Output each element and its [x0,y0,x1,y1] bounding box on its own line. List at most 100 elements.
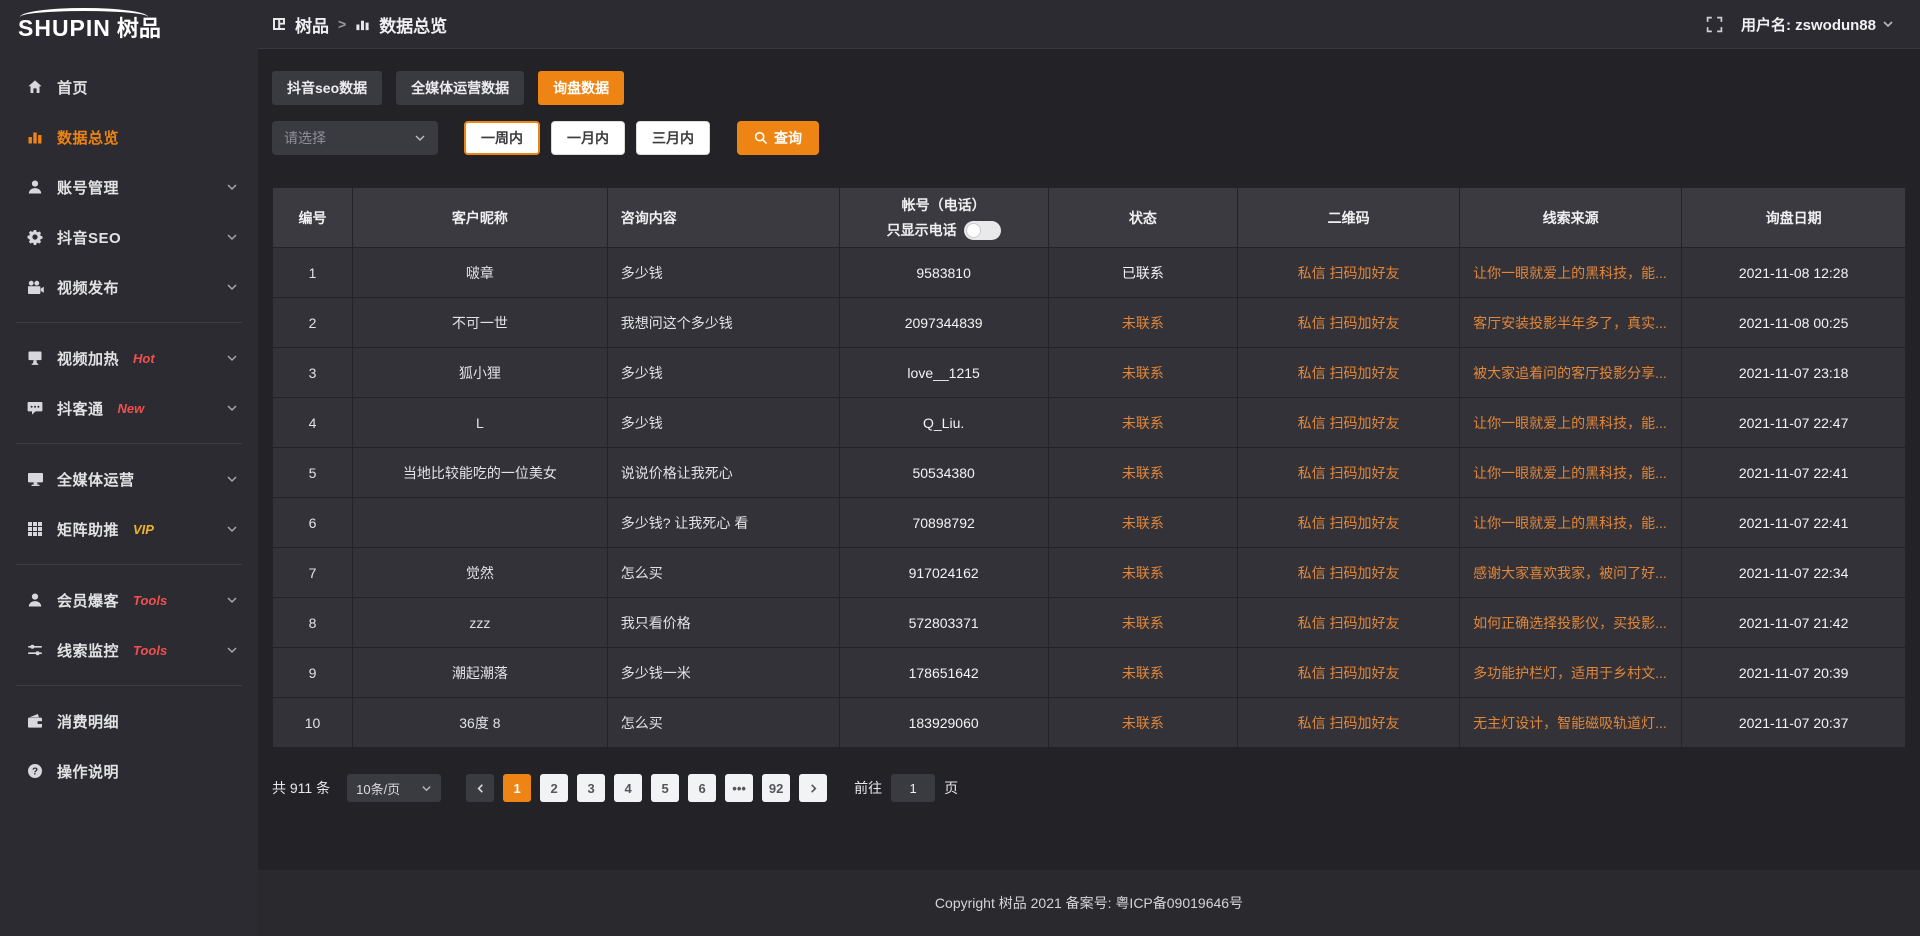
cell-qr-actions[interactable]: 私信 扫码加好友 [1238,398,1460,448]
chevron-down-icon [226,644,238,656]
dashboard-icon [272,17,286,31]
sidebar-item-doukeitong[interactable]: 抖客通 New [0,383,258,433]
page-button-6[interactable]: 6 [688,774,716,802]
cell-source-link[interactable]: 如何正确选择投影仪，买投影... [1460,598,1682,648]
goto-page-input[interactable]: 1 [891,774,935,802]
cell-account: Q_Liu. [839,398,1048,448]
pagination-more-button[interactable]: ••• [725,774,753,802]
cell-source-link[interactable]: 多功能护栏灯，适用于乡村文... [1460,648,1682,698]
sidebar-item-lead-monitoring[interactable]: 线索监控 Tools [0,625,258,675]
sidebar-item-label: 首页 [57,77,88,98]
breadcrumb-root[interactable]: 树品 [295,12,329,37]
cell-account: 2097344839 [839,298,1048,348]
cell-qr-actions[interactable]: 私信 扫码加好友 [1238,448,1460,498]
cell-qr-actions[interactable]: 私信 扫码加好友 [1238,348,1460,398]
cell-source-link[interactable]: 被大家追着问的客厅投影分享... [1460,348,1682,398]
top-header: SHUPIN 树品 树品 > 数据总览 用户名: zswodun88 [0,0,1920,48]
range-week-button[interactable]: 一周内 [464,121,540,155]
sidebar-divider [16,443,242,444]
next-page-button[interactable] [799,774,827,802]
table-row: 1 啵章 多少钱 9583810 已联系 私信 扫码加好友 让你一眼就爱上的黑科… [273,248,1906,298]
cell-account: 70898792 [839,498,1048,548]
sidebar-item-label: 账号管理 [57,177,119,198]
cell-source-link[interactable]: 无主灯设计，智能磁吸轨道灯... [1460,698,1682,748]
cell-qr-actions[interactable]: 私信 扫码加好友 [1238,548,1460,598]
cell-qr-actions[interactable]: 私信 扫码加好友 [1238,698,1460,748]
sidebar-item-video-publish[interactable]: 视频发布 [0,262,258,312]
monitor-icon [26,471,44,487]
sidebar-item-label: 视频发布 [57,277,119,298]
page-button-5[interactable]: 5 [651,774,679,802]
page-size-select[interactable]: 10条/页 [347,774,441,802]
cell-qr-actions[interactable]: 私信 扫码加好友 [1238,248,1460,298]
app-root: SHUPIN 树品 树品 > 数据总览 用户名: zswodun88 [0,0,1920,936]
phone-only-toggle[interactable] [964,221,1001,240]
sidebar-item-label: 抖音SEO [57,227,121,248]
search-button[interactable]: 查询 [737,121,819,155]
user-menu[interactable]: 用户名: zswodun88 [1741,14,1894,35]
sidebar-item-member-leads[interactable]: 会员爆客 Tools [0,575,258,625]
tab-omni-media-data[interactable]: 全媒体运营数据 [396,71,524,105]
cell-id: 1 [273,248,353,298]
fullscreen-icon[interactable] [1706,16,1723,33]
tab-inquiry-data[interactable]: 询盘数据 [538,71,624,105]
prev-page-button[interactable] [466,774,494,802]
table-row: 9 潮起潮落 多少钱一米 178651642 未联系 私信 扫码加好友 多功能护… [273,648,1906,698]
bar-chart-icon [355,17,370,32]
sidebar-item-label: 全媒体运营 [57,469,135,490]
cell-qr-actions[interactable]: 私信 扫码加好友 [1238,648,1460,698]
cell-source-link[interactable]: 让你一眼就爱上的黑科技，能... [1460,448,1682,498]
range-quarter-button[interactable]: 三月内 [636,121,710,155]
sidebar-item-account-management[interactable]: 账号管理 [0,162,258,212]
cell-source-link[interactable]: 让你一眼就爱上的黑科技，能... [1460,248,1682,298]
sidebar-item-label: 会员爆客 [57,590,119,611]
table-row: 4 L 多少钱 Q_Liu. 未联系 私信 扫码加好友 让你一眼就爱上的黑科技，… [273,398,1906,448]
copyright-text: Copyright 树品 2021 备案号: 粤ICP备09019646号 [935,893,1243,913]
page-button-92[interactable]: 92 [762,774,790,802]
breadcrumb: 树品 > 数据总览 [272,12,447,37]
cell-account: 50534380 [839,448,1048,498]
sidebar: 首页 数据总览 账号管理 抖音SEO 视频发布 [0,48,258,936]
cell-qr-actions[interactable]: 私信 扫码加好友 [1238,598,1460,648]
cell-qr-actions[interactable]: 私信 扫码加好友 [1238,298,1460,348]
sidebar-item-consumption-detail[interactable]: 消费明细 [0,696,258,746]
data-tabs: 抖音seo数据 全媒体运营数据 询盘数据 [272,71,1906,105]
gear-icon [26,229,44,245]
col-header-status: 状态 [1048,188,1237,248]
sidebar-item-data-overview[interactable]: 数据总览 [0,112,258,162]
cell-nickname: 不可一世 [353,298,608,348]
filter-bar: 请选择 一周内 一月内 三月内 查询 [272,121,1906,155]
page-button-3[interactable]: 3 [577,774,605,802]
cell-source-link[interactable]: 客厅安装投影半年多了，真实... [1460,298,1682,348]
sidebar-divider [16,564,242,565]
logo-stack: SHUPIN 树品 [18,8,161,40]
cell-content: 怎么买 [607,698,839,748]
cell-source-link[interactable]: 感谢大家喜欢我家，被问了好... [1460,548,1682,598]
cell-nickname: 潮起潮落 [353,648,608,698]
page-button-1[interactable]: 1 [503,774,531,802]
sidebar-item-video-heating[interactable]: 视频加热 Hot [0,333,258,383]
logo[interactable]: SHUPIN 树品 [0,8,258,40]
sidebar-item-label: 矩阵助推 [57,519,119,540]
range-month-button[interactable]: 一月内 [551,121,625,155]
sliders-icon [26,642,44,658]
cell-source-link[interactable]: 让你一眼就爱上的黑科技，能... [1460,498,1682,548]
cell-source-link[interactable]: 让你一眼就爱上的黑科技，能... [1460,398,1682,448]
account-select[interactable]: 请选择 [272,121,438,155]
cell-status: 未联系 [1048,698,1237,748]
cell-content: 我想问这个多少钱 [607,298,839,348]
main-content: 抖音seo数据 全媒体运营数据 询盘数据 请选择 一周内 一月内 三月内 查询 [258,48,1920,936]
chevron-down-icon [226,594,238,606]
cell-nickname: 觉然 [353,548,608,598]
sidebar-item-douyin-seo[interactable]: 抖音SEO [0,212,258,262]
cell-content: 多少钱 [607,248,839,298]
sidebar-item-home[interactable]: 首页 [0,62,258,112]
sidebar-item-omni-media[interactable]: 全媒体运营 [0,454,258,504]
sidebar-item-instructions[interactable]: ? 操作说明 [0,746,258,796]
tab-douyin-seo-data[interactable]: 抖音seo数据 [272,71,382,105]
cell-qr-actions[interactable]: 私信 扫码加好友 [1238,498,1460,548]
page-button-2[interactable]: 2 [540,774,568,802]
sidebar-item-matrix-boost[interactable]: 矩阵助推 VIP [0,504,258,554]
logo-text-en: SHUPIN [18,17,111,40]
page-button-4[interactable]: 4 [614,774,642,802]
